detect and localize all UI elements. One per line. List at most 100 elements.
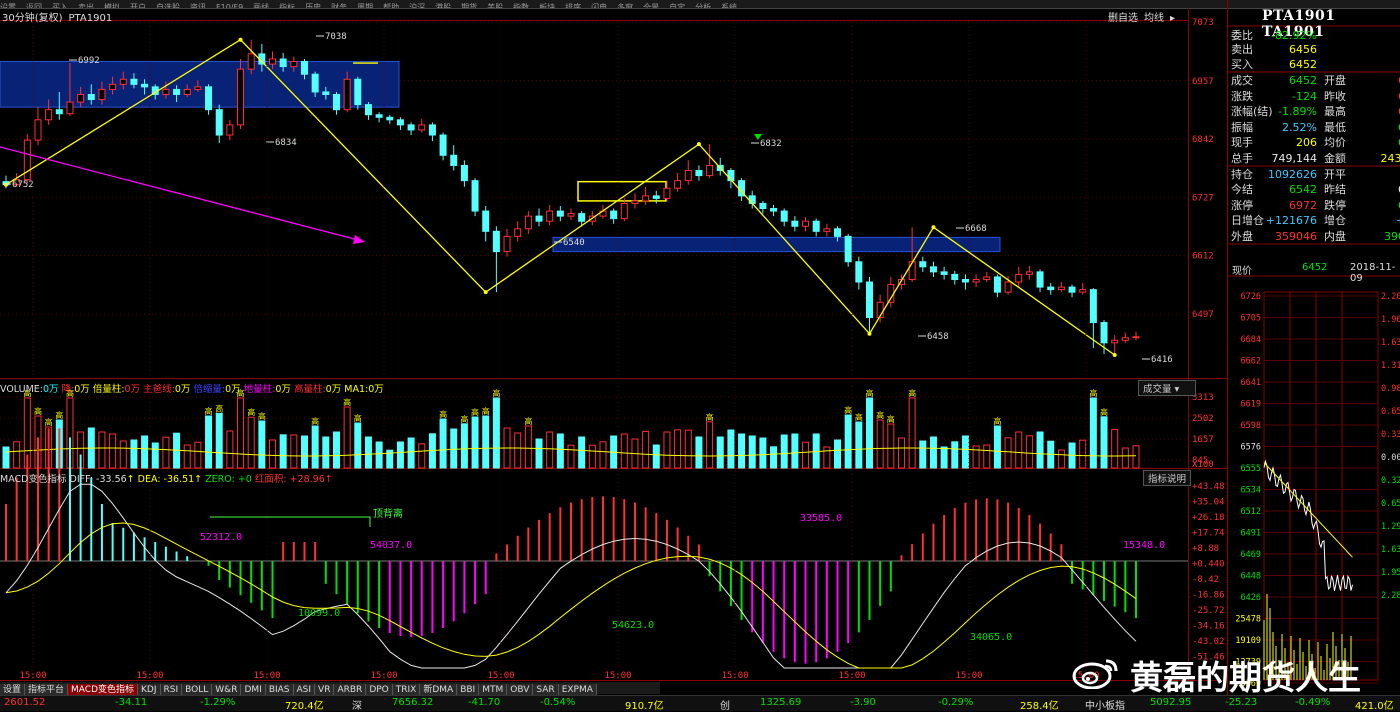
candle-body [418, 124, 426, 131]
candle-body [929, 266, 937, 273]
volume-bar [471, 416, 479, 469]
status-item: 7656.32 [392, 697, 434, 708]
macd-tick-label: +26.18 [1192, 513, 1225, 523]
quote-row: 涨停 6972 跌停 61 [1231, 198, 1400, 214]
status-item: 2601.52 [4, 697, 46, 708]
candle-body [428, 124, 436, 136]
status-item: -34.11 [115, 697, 148, 708]
quote-l: 买入 [1231, 58, 1253, 71]
candle-body [503, 235, 511, 253]
volume-bar [1089, 397, 1097, 469]
volume-bar [770, 446, 778, 469]
candle-body [311, 73, 319, 93]
candle-body [748, 195, 756, 204]
volume-bar [535, 438, 543, 469]
quote-v: 6452 [1289, 58, 1317, 71]
candle-body [642, 195, 650, 202]
candle-body [1036, 271, 1044, 288]
volume-tick-label: 1657 [1192, 435, 1214, 445]
quote-v: 6542 [1289, 183, 1317, 196]
quote-l2: 开平 [1324, 168, 1346, 181]
volume-bar [620, 433, 628, 469]
candle-body [972, 278, 980, 283]
price-annotation: 6752 [12, 180, 34, 190]
candle-body [215, 109, 223, 136]
macd-annotation: 33585.0 [800, 513, 842, 524]
candle-body [300, 61, 308, 75]
quote-v2: 3900 [1384, 230, 1400, 243]
axis-divider [1188, 8, 1189, 680]
candle-body [770, 208, 778, 212]
volume-bar-label: 高 [45, 417, 53, 427]
period-label[interactable]: 30分钟(复权) [2, 13, 63, 24]
macd-dea: DEA: -36.51 [137, 474, 195, 485]
volume-bar [514, 432, 522, 469]
candle-body [823, 228, 831, 232]
candle-body [460, 164, 468, 182]
watermark-text: 黄磊的期货人生 [1130, 658, 1361, 697]
quote-v2: 64 [1352, 120, 1400, 136]
candle-body [119, 78, 127, 85]
ma-button[interactable]: 均线 [1144, 13, 1164, 24]
volume-bar [951, 441, 959, 469]
volume-bar-label: 高 [844, 405, 852, 415]
candle-body [791, 220, 799, 227]
menu-arrow-icon[interactable]: ▸ [1170, 13, 1175, 24]
quote-date: 2018-11-09 [1350, 262, 1396, 284]
volume-bar-label: 高 [492, 388, 500, 398]
volume-bar [759, 437, 767, 469]
indicator-help-button[interactable]: 指标说明 [1143, 470, 1192, 486]
volume-legend-item: 0万 [325, 384, 342, 395]
volume-bar [802, 441, 810, 469]
volume-bar [695, 436, 703, 469]
volume-bar-label: 高 [460, 414, 468, 424]
volume-bar [492, 397, 500, 469]
candle-body [386, 116, 394, 121]
volume-bar [1100, 416, 1108, 469]
quote-l: 现手 [1231, 136, 1253, 149]
candle-body [450, 154, 458, 166]
volume-bar [439, 418, 447, 469]
quote-l2: 均价 [1324, 136, 1346, 149]
volume-bar [332, 431, 340, 469]
candle-body [1004, 281, 1012, 293]
volume-bar [791, 433, 799, 469]
macd-annotation: 15348.0 [1123, 540, 1165, 551]
candle-body [269, 58, 277, 65]
price-panel-top-border [0, 20, 1188, 21]
macd-title: MACD变色指标 [0, 474, 67, 485]
candle-body [23, 139, 31, 181]
candle-body [141, 83, 149, 88]
volume-bar [354, 422, 362, 469]
chart-info: 30分钟(复权) PTA1901 [2, 9, 112, 24]
volume-legend-item: 高量柱: [293, 384, 326, 395]
volume-bar-label: 高 [311, 416, 319, 426]
quote-v: 749,144 [1271, 152, 1318, 165]
quote-v: 6972 [1289, 199, 1317, 212]
quote-v: -124 [1292, 90, 1317, 103]
volume-select-button[interactable]: 成交量 ▾ [1138, 380, 1196, 396]
remove-favorite-button[interactable]: 删自选 [1108, 13, 1138, 24]
quote-l: 卖出 [1231, 43, 1253, 56]
candle-body [620, 202, 628, 220]
volume-bar [141, 435, 149, 469]
volume-bar [407, 437, 415, 469]
volume-bar [834, 439, 842, 469]
volume-bar [269, 439, 277, 469]
candle-body [684, 170, 692, 182]
status-item: 1325.69 [760, 697, 802, 708]
candle-body [1100, 322, 1108, 344]
candle-body [1068, 286, 1076, 293]
volume-bar [983, 444, 991, 469]
quote-l: 日增仓 [1231, 214, 1264, 227]
volume-bar [780, 434, 788, 469]
quote-v2: +1 [1352, 213, 1400, 229]
price-tick-label: 7073 [1192, 18, 1214, 28]
volume-legend-item: 0万 [74, 384, 90, 395]
volume-legend-item: 0万 [174, 384, 191, 395]
macd-annotation: 34065.0 [970, 632, 1012, 643]
candle-body [1015, 273, 1023, 283]
volume-bar [418, 443, 426, 469]
macd-diff: DIFF: -33.56 [69, 474, 127, 485]
volume-bar [844, 414, 852, 469]
